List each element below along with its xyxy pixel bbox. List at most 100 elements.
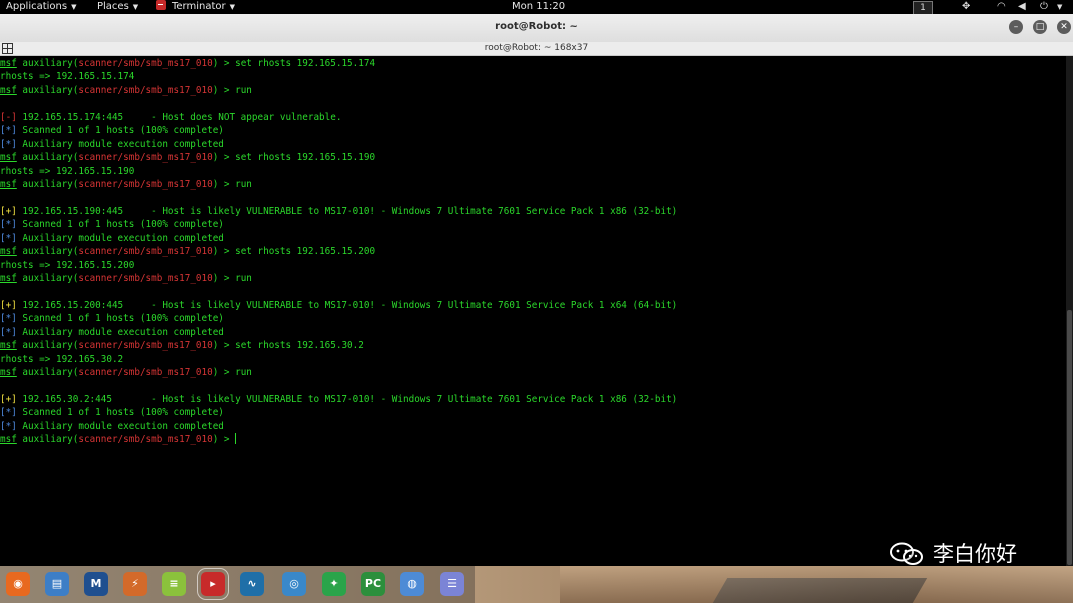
prompt-msf: msf (0, 152, 17, 164)
terminal-line: msf auxiliary(scanner/smb/smb_ms17_010) … (0, 178, 677, 191)
prompt-module-word: auxiliary( (16, 273, 79, 284)
prompt-module-path: scanner/smb/smb_ms17_010 (78, 58, 213, 69)
terminal-line: msf auxiliary(scanner/smb/smb_ms17_010) … (0, 151, 677, 164)
terminal-line: msf auxiliary(scanner/smb/smb_ms17_010) … (0, 366, 677, 379)
maximize-button[interactable]: □ (1033, 20, 1047, 34)
status-tag: [+] (0, 205, 17, 217)
prompt-command: ) > run (212, 367, 252, 379)
status-message: 192.165.15.174:445 - Host does NOT appea… (16, 111, 342, 123)
terminator-label: Terminator (172, 1, 226, 12)
prompt-module-word: auxiliary( (16, 367, 79, 379)
window-title: root@Robot: ~ (495, 21, 578, 32)
prompt-module-path: scanner/smb/smb_ms17_010 (78, 434, 213, 446)
power-icon[interactable]: ⏻ (1040, 0, 1048, 14)
prompt-msf: msf (0, 84, 17, 96)
chrome-icon[interactable]: ◍ (400, 572, 424, 596)
terminal-line: [+] 192.165.15.190:445 - Host is likely … (0, 205, 677, 218)
applications-menu[interactable]: Applications ▼ (6, 0, 76, 14)
prompt-msf: msf (0, 367, 17, 379)
prompt-module-word: auxiliary( (16, 340, 79, 352)
wireshark-icon[interactable]: ∿ (240, 572, 264, 596)
chevron-down-icon[interactable]: ▼ (1057, 0, 1062, 14)
status-message: Auxiliary module execution completed (16, 232, 224, 244)
terminal-line: msf auxiliary(scanner/smb/smb_ms17_010) … (0, 272, 677, 285)
armitage-icon[interactable]: ⚡ (123, 572, 147, 596)
prompt-module-path: scanner/smb/smb_ms17_010 (78, 178, 213, 190)
prompt-command: ) > run (212, 178, 252, 190)
prompt-module-word: auxiliary( (16, 58, 79, 69)
prompt-module-path: scanner/smb/smb_ms17_010 (78, 246, 213, 258)
prompt-msf: msf (0, 273, 17, 284)
prompt-command: ) > run (212, 273, 252, 284)
terminal-line: rhosts => 192.165.15.190 (0, 165, 135, 177)
terminator-icon[interactable]: ▸ (197, 568, 229, 600)
status-tag: [-] (0, 111, 17, 123)
prompt-module-word: auxiliary( (16, 246, 79, 258)
status-message: 192.165.15.200:445 - Host is likely VULN… (16, 299, 678, 311)
prompt-command: ) > set rhosts 192.165.30.2 (212, 340, 364, 352)
clock[interactable]: Mon 11:20 (512, 0, 565, 14)
places-menu[interactable]: Places ▼ (97, 0, 138, 14)
terminal-line: [*] Scanned 1 of 1 hosts (100% complete) (0, 124, 677, 137)
status-tag: [+] (0, 299, 17, 311)
prompt-command: ) > run (212, 84, 252, 96)
status-tag: [*] (0, 125, 17, 137)
top-panel: Applications ▼ Places ▼ Terminator ▼ Mon 11… (0, 0, 1073, 15)
status-message: Scanned 1 of 1 hosts (100% complete) (16, 313, 224, 325)
prompt-command: ) > set rhosts 192.165.15.200 (212, 246, 376, 258)
prompt-command: ) > set rhosts 192.165.15.174 (212, 58, 376, 69)
workspace-indicator[interactable]: 1 (913, 1, 933, 15)
prompt-msf: msf (0, 340, 17, 352)
minimize-button[interactable]: – (1009, 20, 1023, 34)
wechat-icon (890, 542, 923, 565)
terminal-line: msf auxiliary(scanner/smb/smb_ms17_010) … (0, 57, 677, 70)
terminal-line: [*] Auxiliary module execution completed (0, 326, 677, 339)
status-tag: [*] (0, 420, 17, 432)
status-tag: [*] (0, 313, 17, 325)
volume-icon[interactable]: ◀ (1018, 0, 1026, 14)
terminal-line: [+] 192.165.15.200:445 - Host is likely … (0, 299, 677, 312)
status-message: 192.165.15.190:445 - Host is likely VULN… (16, 205, 678, 217)
eye-icon[interactable]: ◎ (282, 572, 306, 596)
prompt-command: ) > set rhosts 192.165.15.190 (212, 152, 376, 164)
terminal-line: [-] 192.165.15.174:445 - Host does NOT a… (0, 111, 677, 124)
prompt-module-word: auxiliary( (16, 84, 79, 96)
notes-icon[interactable]: ≡ (162, 572, 186, 596)
status-tag: [*] (0, 232, 17, 244)
terminal-line: msf auxiliary(scanner/smb/smb_ms17_010) … (0, 245, 677, 258)
text-cursor (235, 433, 237, 445)
close-button[interactable]: ✕ (1057, 20, 1071, 34)
accessibility-icon[interactable]: ✥ (962, 0, 970, 14)
burp-icon[interactable]: ✦ (322, 572, 346, 596)
terminal-pane[interactable]: msf auxiliary(scanner/smb/smb_ms17_010) … (0, 56, 1066, 566)
prompt-module-path: scanner/smb/smb_ms17_010 (78, 340, 213, 352)
status-tag: [*] (0, 219, 17, 231)
scrollbar-thumb[interactable] (1067, 310, 1072, 565)
status-tag: [*] (0, 407, 17, 419)
terminal-line: [*] Auxiliary module execution completed (0, 138, 677, 151)
prompt-msf: msf (0, 178, 17, 190)
prompt-module-path: scanner/smb/smb_ms17_010 (78, 152, 213, 164)
terminator-app-menu[interactable]: Terminator ▼ (156, 0, 235, 14)
terminal-line: [*] Scanned 1 of 1 hosts (100% complete) (0, 312, 677, 325)
dock: ◉ ▤ M ⚡ ≡ ▸ ∿ ◎ ✦ PC ◍ ☰ (0, 566, 1073, 603)
chevron-down-icon: ▼ (71, 3, 77, 11)
pycharm-icon[interactable]: PC (361, 572, 385, 596)
applications-label: Applications (6, 1, 68, 12)
prompt-msf: msf (0, 246, 17, 258)
prompt-command: ) > (212, 434, 236, 446)
prompt-msf: msf (0, 434, 17, 446)
terminal-titlebar[interactable]: root@Robot: ~ 168x37 (0, 42, 1073, 56)
firefox-icon[interactable]: ◉ (6, 572, 30, 596)
metasploit-icon[interactable]: M (84, 572, 108, 596)
terminal-title: root@Robot: ~ 168x37 (484, 43, 589, 53)
status-message: 192.165.30.2:445 - Host is likely VULNER… (16, 393, 678, 405)
text-editor-icon[interactable]: ☰ (440, 572, 464, 596)
window-headerbar[interactable]: root@Robot: ~ – □ ✕ (0, 14, 1073, 43)
wifi-icon[interactable]: ◠ (997, 0, 1006, 14)
terminal-line: msf auxiliary(scanner/smb/smb_ms17_010) … (0, 339, 677, 352)
files-icon[interactable]: ▤ (45, 572, 69, 596)
terminal-line: rhosts => 192.165.30.2 (0, 353, 124, 365)
prompt-module-word: auxiliary( (16, 152, 79, 164)
